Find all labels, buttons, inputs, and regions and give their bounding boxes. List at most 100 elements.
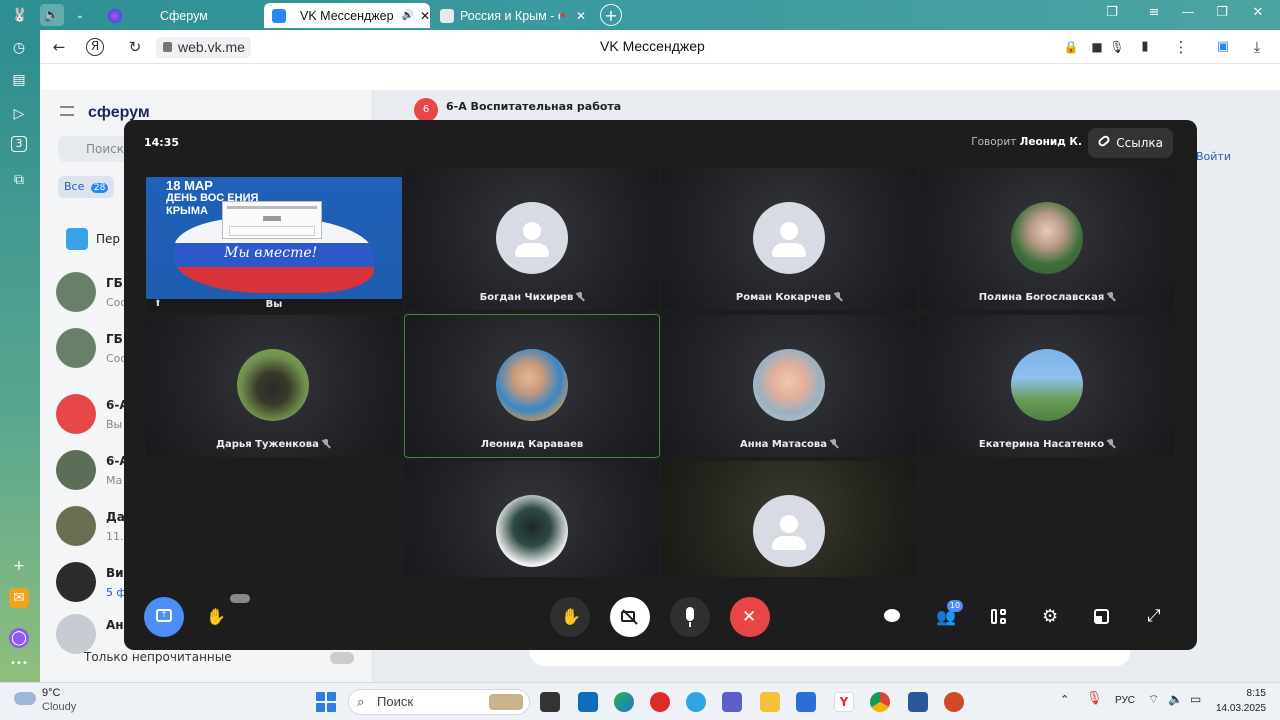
more-menu-icon[interactable]: ⋮ — [1170, 37, 1192, 57]
powerpoint-icon[interactable] — [944, 692, 964, 712]
participant-name: Дарья Туженкова — [216, 439, 319, 450]
fullscreen-button[interactable]: ⤢ — [1136, 597, 1176, 637]
volume-icon[interactable]: 🔈 — [1168, 692, 1183, 706]
chat-button[interactable] — [872, 597, 912, 637]
back-icon[interactable]: ← — [48, 37, 70, 57]
camera-icon[interactable]: ■ — [1086, 37, 1108, 57]
effects-button[interactable]: ✋ — [196, 597, 236, 637]
counter-icon[interactable]: 3 — [11, 136, 27, 152]
screen-share-button[interactable]: ↑ — [144, 597, 184, 637]
mic-off-icon — [322, 439, 330, 448]
collections-icon[interactable]: ▤ — [9, 70, 29, 90]
participant-tile-speaking[interactable]: Леонид Караваев — [404, 314, 660, 458]
yandex-icon[interactable]: Я — [86, 38, 104, 56]
file-explorer-icon[interactable] — [760, 692, 780, 712]
task-view-icon[interactable] — [540, 692, 560, 712]
clock-time[interactable]: 8:15 — [1216, 688, 1266, 699]
telegram-icon[interactable] — [686, 692, 706, 712]
screenshot-icon[interactable]: ⧉ — [9, 170, 29, 190]
weather-description[interactable]: Cloudy — [42, 701, 76, 713]
share-footer: ⬆ Вы — [146, 299, 402, 311]
filter-all-tab[interactable]: Все 28 — [58, 176, 115, 198]
participant-name-row: Полина Богославская — [920, 292, 1174, 303]
profile-icon[interactable]: ▣ — [1212, 37, 1234, 57]
more-icon[interactable]: ••• — [9, 654, 29, 674]
participant-name: Полина Богославская — [978, 292, 1105, 303]
participant-tile[interactable]: Екатерина Насатенко — [920, 315, 1174, 457]
maximize-icon[interactable]: ❐ — [1208, 5, 1236, 25]
video-icon[interactable]: ▷ — [9, 104, 29, 124]
new-tab-icon[interactable]: + — [600, 4, 622, 26]
tab-crimea[interactable]: Россия и Крым - сно ● ✕ — [432, 3, 594, 28]
url-field[interactable]: web.vk.me — [156, 37, 251, 58]
close-tab-icon[interactable]: ✕ — [570, 9, 586, 23]
add-panel-icon[interactable]: + — [9, 556, 29, 576]
minimize-icon[interactable]: — — [1174, 5, 1202, 25]
outlook-icon[interactable] — [578, 692, 598, 712]
participant-tile[interactable] — [405, 461, 659, 577]
tab-audio-icon[interactable]: 🔊 — [402, 10, 414, 21]
tray-microphone-icon[interactable]: 🎙 — [1086, 691, 1103, 706]
tray-overflow-icon[interactable]: ⌃ — [1060, 693, 1069, 706]
participant-tile[interactable]: Богдан Чихирев — [405, 168, 659, 310]
hamburger-icon[interactable] — [60, 106, 74, 116]
join-button[interactable]: Войти — [1196, 150, 1231, 163]
download-icon[interactable]: ⤓ — [1246, 37, 1268, 57]
copy-link-button[interactable]: Ссылка — [1088, 128, 1173, 158]
weather-temperature[interactable]: 9°C — [42, 687, 60, 699]
participant-name-row: Леонид Караваев — [405, 439, 659, 450]
settings-button[interactable]: ⚙ — [1031, 597, 1071, 637]
edge-icon[interactable] — [614, 692, 634, 712]
screen-share-icon: ↑ — [156, 609, 172, 622]
close-window-icon[interactable]: ✕ — [1244, 5, 1272, 25]
speaker-icon[interactable]: 🔈 — [40, 4, 64, 26]
tabs-dropdown-icon[interactable]: ⌄ — [68, 4, 92, 26]
layout-icon — [991, 609, 997, 624]
layout-button[interactable] — [979, 597, 1019, 637]
close-tab-icon[interactable]: ✕ — [414, 9, 430, 23]
battery-icon[interactable]: ▭ — [1190, 692, 1201, 706]
participant-tile[interactable]: Анна Матасова — [662, 315, 916, 457]
wifi-icon[interactable]: ⌔ — [1148, 692, 1159, 707]
participant-name: Екатерина Насатенко — [978, 439, 1105, 450]
clock-date[interactable]: 14.03.2025 — [1216, 703, 1266, 714]
word-icon[interactable] — [908, 692, 928, 712]
sferum-favicon-icon — [108, 8, 122, 23]
avatar — [753, 349, 825, 421]
participant-tile[interactable] — [662, 461, 916, 577]
teams-icon[interactable] — [722, 692, 742, 712]
participant-tile[interactable]: Роман Кокарчев — [662, 168, 916, 310]
microphone-toggle-button[interactable] — [670, 597, 710, 637]
alice-icon[interactable]: ◯ — [9, 628, 29, 648]
participant-tile[interactable]: Дарья Туженкова — [146, 315, 400, 457]
raise-hand-button[interactable]: ✋ — [550, 597, 590, 637]
yandex-app-icon[interactable] — [650, 692, 670, 712]
participant-tile[interactable]: Полина Богославская — [920, 168, 1174, 310]
tab-vk-messenger[interactable]: VK Мессенджер 🔊 ✕ — [264, 3, 430, 28]
input-language[interactable]: РУС — [1115, 695, 1135, 706]
avatar — [237, 349, 309, 421]
reload-icon[interactable]: ↻ — [124, 37, 146, 57]
tab-manager-icon[interactable]: ❐ — [1098, 5, 1126, 25]
tab-title: Сферум — [160, 8, 208, 23]
bunny-icon[interactable]: 🐰 — [8, 4, 32, 26]
my-screen-share[interactable]: 18 МАР ДЕНЬ ВОС ЕНИЯ КРЫМА Мы вместе! — [146, 177, 402, 299]
start-button[interactable] — [316, 692, 336, 712]
mail-icon[interactable]: ✉ — [9, 588, 29, 608]
unread-only-toggle[interactable] — [330, 652, 354, 664]
microphone-icon[interactable]: 🎙 — [1106, 37, 1128, 57]
store-icon[interactable] — [796, 692, 816, 712]
end-call-button[interactable]: ✕ — [730, 597, 770, 637]
taskbar-search[interactable]: ⌕ Поиск — [348, 689, 530, 715]
avatar — [56, 562, 96, 602]
camera-toggle-button[interactable] — [610, 597, 650, 637]
participant-name-row: Екатерина Насатенко — [920, 439, 1174, 450]
history-icon[interactable]: ◷ — [9, 38, 29, 58]
picture-in-picture-button[interactable] — [1082, 597, 1122, 637]
tab-sferum[interactable]: Сферум — [100, 3, 262, 28]
site-info-icon[interactable]: 🔒 — [1060, 37, 1082, 57]
chrome-icon[interactable] — [870, 692, 890, 712]
menu-icon[interactable]: ≡ — [1140, 5, 1168, 25]
bookmark-icon[interactable]: ▮ — [1134, 37, 1156, 57]
yandex-browser-icon[interactable]: Y — [834, 692, 854, 712]
